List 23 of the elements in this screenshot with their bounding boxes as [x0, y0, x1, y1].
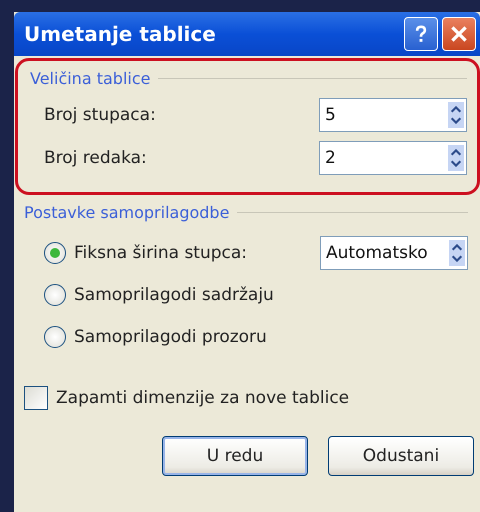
option-label[interactable]: Fiksna širina stupca:: [74, 243, 248, 263]
ok-button[interactable]: U redu: [162, 436, 308, 476]
close-button[interactable]: [442, 17, 476, 51]
radio-button[interactable]: [44, 326, 66, 348]
radio-button[interactable]: [44, 284, 66, 306]
field-label: Broj redaka:: [44, 148, 147, 168]
spinner-arrows-icon: [448, 102, 464, 128]
option-label[interactable]: Samoprilagodi sadržaju: [74, 285, 274, 305]
checkbox-label[interactable]: Zapamti dimenzije za nove tablice: [56, 388, 350, 408]
cancel-button[interactable]: Odustani: [328, 436, 474, 476]
spinner-arrows-icon: [449, 240, 465, 266]
checkbox[interactable]: [24, 386, 48, 410]
window-title: Umetanje tablice: [24, 22, 217, 46]
width-spinner[interactable]: Automatsko: [320, 236, 468, 270]
radio-button[interactable]: [44, 242, 66, 264]
group-title: Postavke samoprilagodbe: [24, 203, 230, 222]
group-title: Veličina tablice: [30, 69, 150, 88]
number-spinner[interactable]: 2: [319, 141, 467, 175]
option-label[interactable]: Samoprilagodi prozoru: [74, 327, 267, 347]
spinner-arrows-icon: [448, 145, 464, 171]
help-button[interactable]: [404, 17, 438, 51]
number-spinner[interactable]: 5: [319, 98, 467, 132]
field-label: Broj stupaca:: [44, 105, 156, 125]
